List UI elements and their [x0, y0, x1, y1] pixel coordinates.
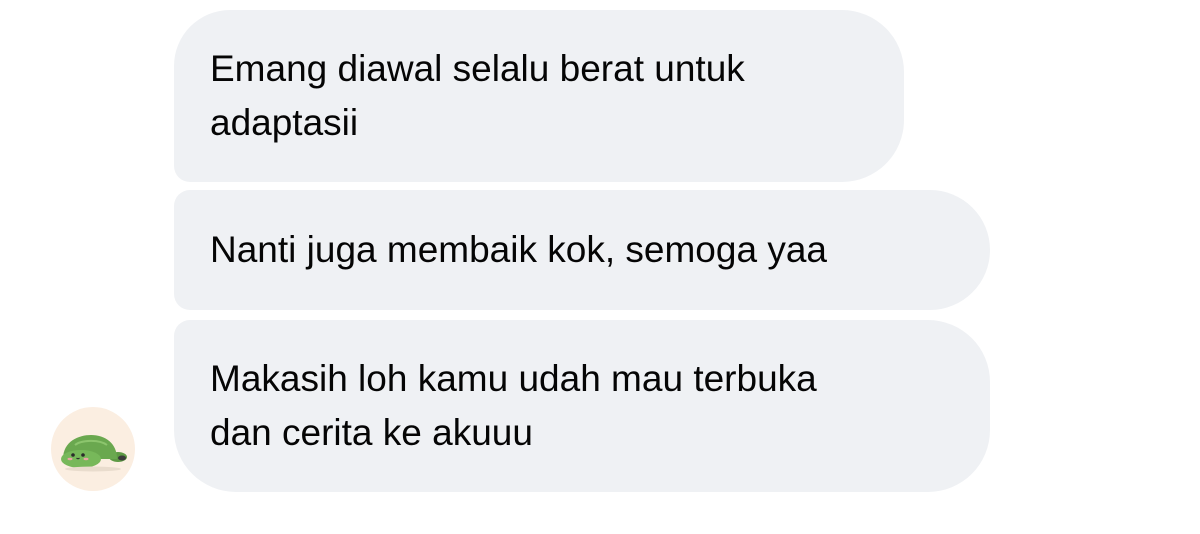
message-text: Nanti juga membaik kok, semoga yaa: [210, 229, 827, 270]
message-bubble[interactable]: Makasih loh kamu udah mau terbuka dan ce…: [174, 320, 990, 492]
avatar[interactable]: [51, 407, 135, 491]
message-bubble[interactable]: Emang diawal selalu berat untuk adaptasi…: [174, 10, 904, 182]
message-text: Makasih loh kamu udah mau terbuka: [210, 358, 817, 399]
message-text: dan cerita ke akuuu: [210, 412, 533, 453]
message-text: adaptasii: [210, 102, 359, 143]
message-bubble[interactable]: Nanti juga membaik kok, semoga yaa: [174, 190, 990, 310]
message-thread: Emang diawal selalu berat untuk adaptasi…: [0, 0, 1200, 534]
message-text: Emang diawal selalu berat untuk: [210, 48, 745, 89]
turtle-icon: [61, 435, 127, 472]
